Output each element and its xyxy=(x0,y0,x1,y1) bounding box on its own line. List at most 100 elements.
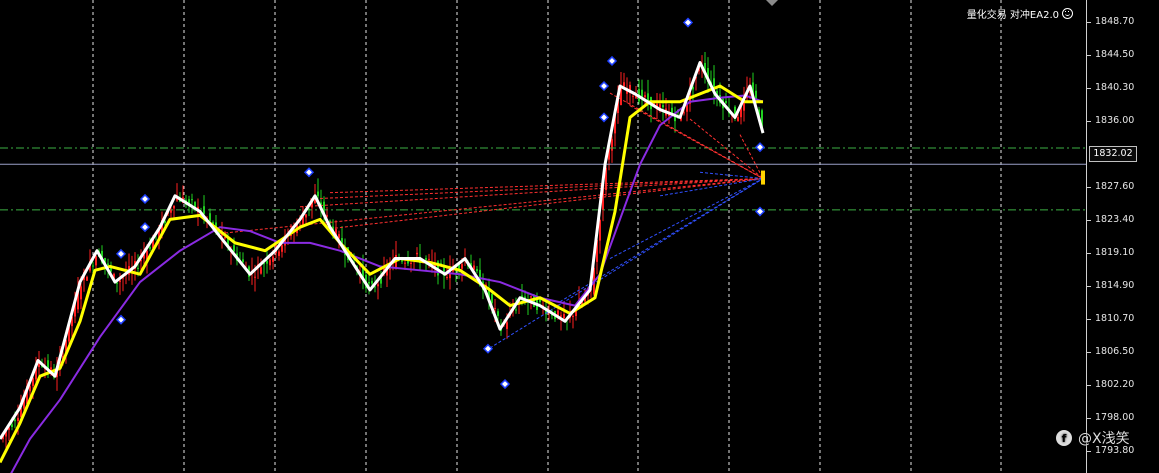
ea-label-text: 量化交易 对冲EA2.0 xyxy=(966,10,1059,21)
signal-marker xyxy=(606,55,618,67)
candle-body xyxy=(611,139,613,151)
watermark-text: @X浅笑 xyxy=(1078,431,1130,447)
price-tick-label: 1823.40 xyxy=(1095,214,1135,225)
candle-body xyxy=(272,256,274,262)
signal-marker xyxy=(115,248,127,259)
price-tick-label: 1848.70 xyxy=(1095,16,1135,27)
tick-mark xyxy=(1086,121,1091,122)
candle-body xyxy=(278,251,280,256)
anchor-marker xyxy=(761,170,765,185)
smiley-icon xyxy=(1062,8,1073,19)
candle-body xyxy=(410,262,412,264)
price-tick-label: 1827.60 xyxy=(1095,181,1135,192)
price-tick-label: 1840.30 xyxy=(1095,82,1135,93)
tick-mark xyxy=(1086,220,1091,221)
price-tick-label: 1810.70 xyxy=(1095,313,1135,324)
candle-body xyxy=(725,100,727,104)
candle-body xyxy=(572,315,574,317)
candle-body xyxy=(560,315,562,317)
candle-body xyxy=(50,367,52,370)
tick-mark xyxy=(1086,418,1091,419)
tick-mark xyxy=(1086,451,1091,452)
candle-body xyxy=(476,269,478,272)
price-tick-label: 1806.50 xyxy=(1095,346,1135,357)
candle-body xyxy=(515,309,517,311)
price-tick-label: 1802.20 xyxy=(1095,379,1135,390)
price-scale[interactable] xyxy=(1086,0,1159,473)
candle-body xyxy=(371,280,373,284)
candle-body xyxy=(404,262,406,264)
candle-body xyxy=(533,295,535,307)
candle-body xyxy=(11,424,13,427)
candle-body xyxy=(461,264,463,269)
tick-mark xyxy=(1086,253,1091,254)
candle-body xyxy=(389,268,391,270)
projection-line-blue xyxy=(609,178,764,259)
candle-body xyxy=(242,259,244,263)
candle-body xyxy=(497,311,499,316)
projection-line-red xyxy=(689,118,764,179)
candle-body xyxy=(86,276,88,281)
signal-marker xyxy=(115,314,127,325)
price-tick-label: 1798.00 xyxy=(1095,412,1135,423)
signal-marker xyxy=(754,206,766,217)
candle-body xyxy=(305,214,307,218)
projection-line-red xyxy=(299,178,764,208)
signal-marker xyxy=(139,193,151,205)
candle-body xyxy=(119,280,121,283)
candle-body xyxy=(416,252,418,255)
price-tick-label: 1819.10 xyxy=(1095,247,1135,258)
tick-mark xyxy=(1086,88,1091,89)
current-price-label: 1832.02 xyxy=(1089,146,1137,162)
candle-body xyxy=(317,191,319,197)
candle-body xyxy=(428,258,430,260)
price-tick-label: 1844.50 xyxy=(1095,49,1135,60)
signal-marker xyxy=(598,112,610,123)
signal-marker xyxy=(139,222,151,233)
candle-body xyxy=(563,314,565,319)
ea-indicator-label: 量化交易 对冲EA2.0 xyxy=(967,6,1073,21)
price-chart[interactable] xyxy=(0,0,1086,473)
candle-body xyxy=(17,417,19,422)
candle-body xyxy=(95,256,97,266)
candle-body xyxy=(80,286,82,300)
tick-mark xyxy=(1086,319,1091,320)
candle-body xyxy=(377,284,379,287)
candle-body xyxy=(266,260,268,264)
candle-body xyxy=(281,245,283,252)
candle-body xyxy=(632,95,634,97)
candle-body xyxy=(191,199,193,201)
candle-body xyxy=(173,205,175,209)
price-tick-label: 1814.90 xyxy=(1095,280,1135,291)
chart-shift-marker-icon[interactable] xyxy=(766,0,778,6)
ma-fast-line xyxy=(0,61,765,440)
signal-marker xyxy=(754,142,766,153)
candle-body xyxy=(401,260,403,262)
candle-body xyxy=(260,267,262,274)
candle-body xyxy=(233,245,235,252)
candle-body xyxy=(506,322,508,329)
signal-marker xyxy=(598,80,610,92)
signal-marker xyxy=(499,378,511,390)
tick-mark xyxy=(1086,385,1091,386)
signal-marker xyxy=(682,17,694,28)
candle-body xyxy=(644,95,646,98)
candle-body xyxy=(14,419,16,422)
candle-body xyxy=(530,296,532,298)
tick-mark xyxy=(1086,352,1091,353)
candle-body xyxy=(149,247,151,249)
projection-line-red xyxy=(309,178,764,200)
tick-mark xyxy=(1086,187,1091,188)
facebook-logo-icon: f xyxy=(1056,430,1072,446)
candle-body xyxy=(494,308,496,310)
candle-body xyxy=(491,294,493,304)
candle-body xyxy=(368,282,370,284)
candle-body xyxy=(254,276,256,278)
signal-marker xyxy=(303,167,315,178)
candle-body xyxy=(425,258,427,260)
candle-body xyxy=(269,259,271,266)
tick-mark xyxy=(1086,22,1091,23)
candle-body xyxy=(137,267,139,269)
tick-mark xyxy=(1086,55,1091,56)
candle-body xyxy=(446,277,448,279)
